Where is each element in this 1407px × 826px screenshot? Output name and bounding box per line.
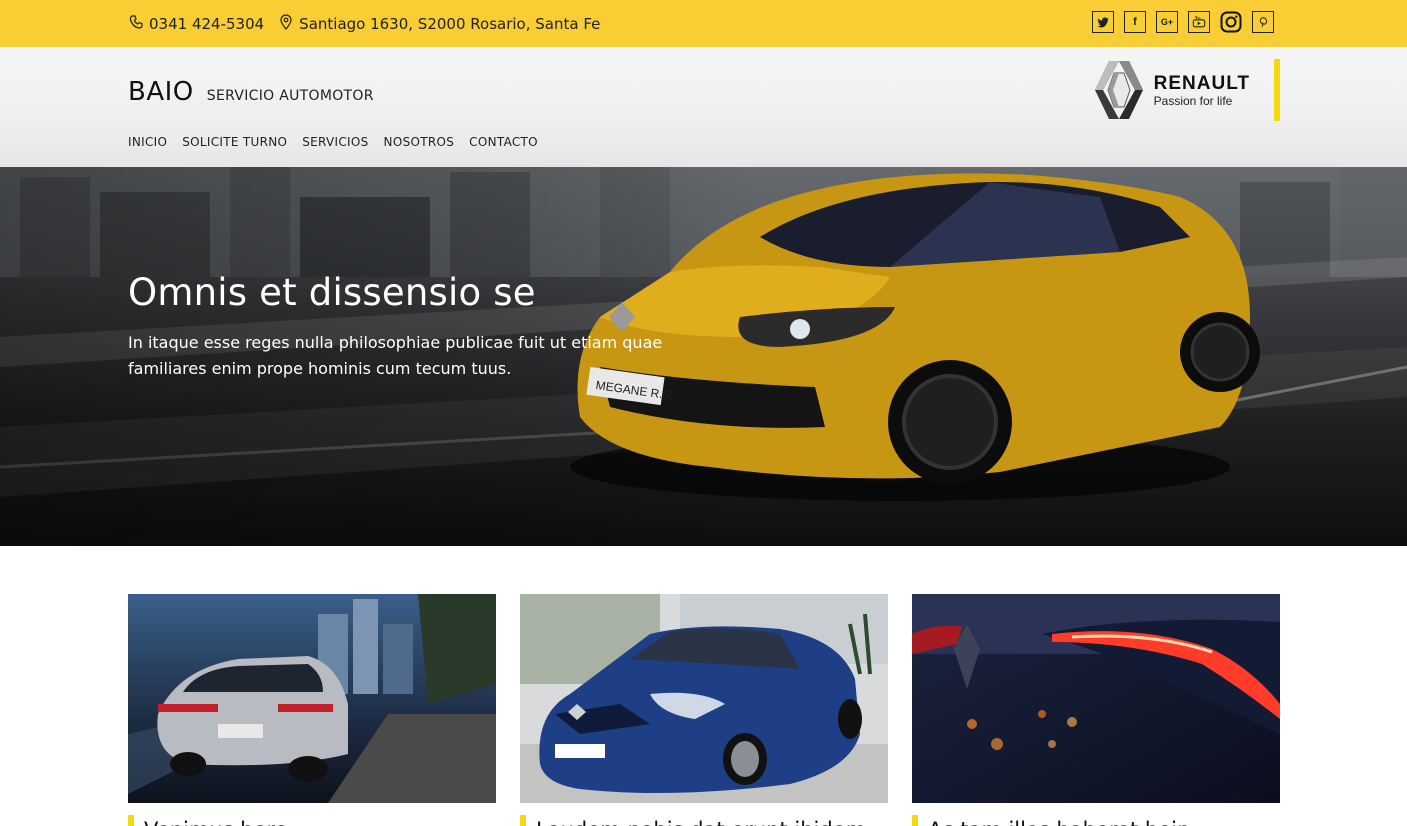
- site-header: BAIO SERVICIO AUTOMOTOR INICIO SOLICITE …: [0, 47, 1407, 167]
- map-pin-icon: [278, 13, 294, 34]
- instagram-icon[interactable]: [1220, 11, 1242, 33]
- red-taillight-image: [912, 594, 1280, 803]
- address-text: Santiago 1630, S2000 Rosario, Santa Fe: [299, 14, 601, 33]
- card-1-image[interactable]: [128, 594, 496, 803]
- featured-cards: Venimus here... Laudem nobis dat erunt i: [128, 594, 1280, 826]
- hero-text: In itaque esse reges nulla philosophiae …: [128, 333, 663, 378]
- nav-item-servicios[interactable]: SERVICIOS: [302, 135, 368, 149]
- youtube-icon[interactable]: [1188, 11, 1210, 33]
- logo-accent-bar: [1274, 59, 1280, 121]
- pinterest-icon[interactable]: [1252, 11, 1274, 33]
- nav-item-nosotros[interactable]: NOSOTROS: [384, 135, 455, 149]
- google-plus-glyph: G+: [1160, 17, 1174, 27]
- phone-number: 0341 424-5304: [149, 14, 265, 33]
- phone-icon: [128, 14, 144, 34]
- card-1-title[interactable]: Venimus here...: [128, 815, 496, 826]
- hero-banner: MEGANE R.S. Omnis et dissensio se In ita…: [0, 167, 1407, 546]
- facebook-glyph: f: [1133, 16, 1137, 28]
- card-2-image[interactable]: [520, 594, 888, 803]
- contact-info: 0341 424-5304 Santiago 1630, S2000 Rosar…: [128, 0, 600, 47]
- renault-logo[interactable]: RENAULT Passion for life: [1094, 59, 1280, 121]
- card-3-image[interactable]: [912, 594, 1280, 803]
- site-brand[interactable]: BAIO SERVICIO AUTOMOTOR: [128, 77, 374, 107]
- silver-hatchback-image: [128, 594, 496, 803]
- nav-item-contacto[interactable]: CONTACTO: [469, 135, 538, 149]
- renault-wordmark: RENAULT Passion for life: [1154, 73, 1250, 108]
- phone-contact[interactable]: 0341 424-5304: [128, 14, 264, 34]
- hero-title: Omnis et dissensio se: [128, 271, 536, 314]
- address-contact[interactable]: Santiago 1630, S2000 Rosario, Santa Fe: [278, 13, 601, 34]
- main-nav: INICIO SOLICITE TURNO SERVICIOS NOSOTROS…: [128, 135, 538, 149]
- facebook-icon[interactable]: f: [1124, 11, 1146, 33]
- top-bar: 0341 424-5304 Santiago 1630, S2000 Rosar…: [0, 0, 1407, 47]
- card-3[interactable]: Ac tam illos haberet bein: [912, 594, 1280, 826]
- brand-name: BAIO: [128, 77, 194, 107]
- card-3-title[interactable]: Ac tam illos haberet bein: [912, 815, 1280, 826]
- renault-diamond-icon: [1094, 61, 1143, 119]
- nav-item-inicio[interactable]: INICIO: [128, 135, 167, 149]
- card-2[interactable]: Laudem nobis dat erunt ibidem: [520, 594, 888, 826]
- renault-tagline: Passion for life: [1153, 93, 1233, 108]
- card-2-title[interactable]: Laudem nobis dat erunt ibidem: [520, 815, 888, 826]
- nav-item-solicite-turno[interactable]: SOLICITE TURNO: [182, 135, 287, 149]
- google-plus-icon[interactable]: G+: [1156, 11, 1178, 33]
- brand-subtitle: SERVICIO AUTOMOTOR: [206, 88, 374, 104]
- renault-name: RENAULT: [1153, 72, 1250, 94]
- twitter-icon[interactable]: [1092, 11, 1114, 33]
- blue-megane-image: [520, 594, 888, 803]
- card-1[interactable]: Venimus here...: [128, 594, 496, 826]
- social-links: f G+: [1092, 11, 1274, 33]
